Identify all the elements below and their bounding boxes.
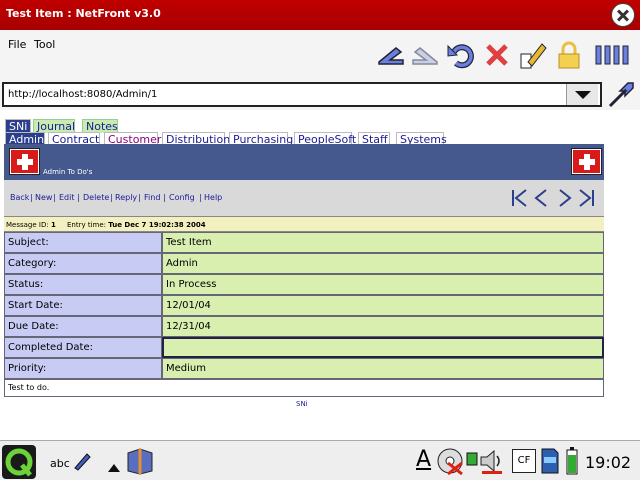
previous-page-icon[interactable] xyxy=(532,188,550,208)
url-bar xyxy=(0,80,640,110)
table-row: Completed Date: xyxy=(4,337,604,358)
start-menu-icon[interactable] xyxy=(2,445,36,479)
link-new[interactable]: New xyxy=(35,193,52,202)
back-icon[interactable] xyxy=(376,40,406,70)
link-delete[interactable]: Delete xyxy=(83,193,109,202)
field-value: In Process xyxy=(162,274,604,295)
entry-time-label: Entry time: xyxy=(66,221,106,229)
field-label: Due Date: xyxy=(4,316,162,337)
menu-bar: File Tool xyxy=(0,30,640,80)
field-label: Category: xyxy=(4,253,162,274)
tab-sni[interactable]: SNi xyxy=(5,119,31,133)
taskbar: abc A CF 19:02 xyxy=(0,440,640,480)
link-separator: | xyxy=(77,193,80,202)
link-separator: | xyxy=(138,193,141,202)
table-row: Subject: Test Item xyxy=(4,232,604,253)
message-info: Message ID: 1 Entry time: Tue Dec 7 19:0… xyxy=(4,216,604,232)
first-page-icon[interactable] xyxy=(510,188,528,208)
link-find[interactable]: Find xyxy=(144,193,160,202)
table-row: Status: In Process xyxy=(4,274,604,295)
clock[interactable]: 19:02 xyxy=(585,453,631,472)
forward-icon[interactable] xyxy=(410,40,440,70)
go-arrow-icon[interactable] xyxy=(606,80,636,110)
link-separator: | xyxy=(163,193,166,202)
edit-icon[interactable] xyxy=(518,40,548,70)
field-value xyxy=(162,337,604,358)
font-glyph[interactable]: A xyxy=(416,447,431,472)
table-row: Start Date: 12/01/04 xyxy=(4,295,604,316)
link-separator: | xyxy=(30,193,33,202)
field-value: Test Item xyxy=(162,232,604,253)
page-content: SNi Journal Notes Admin Contract Custome… xyxy=(0,110,640,440)
title-bar: Test Item : NetFront v3.0 xyxy=(0,0,640,30)
screen: Test Item : NetFront v3.0 File Tool http… xyxy=(0,0,640,480)
link-separator: | xyxy=(110,193,113,202)
cf-card-icon[interactable]: CF xyxy=(512,449,536,473)
battery-icon xyxy=(566,447,578,475)
field-label: Start Date: xyxy=(4,295,162,316)
pencil-icon[interactable] xyxy=(72,451,92,471)
link-separator: | xyxy=(199,193,202,202)
last-page-icon[interactable] xyxy=(578,188,596,208)
window-title: Test Item : NetFront v3.0 xyxy=(6,7,161,20)
link-back[interactable]: Back xyxy=(10,193,29,202)
field-value: Medium xyxy=(162,358,604,379)
field-value: 12/01/04 xyxy=(162,295,604,316)
add-icon[interactable] xyxy=(572,149,601,174)
action-link-bar: Back | New | Edit | Delete | Reply | Fin… xyxy=(4,180,604,216)
close-icon[interactable] xyxy=(611,3,635,27)
cd-icon[interactable] xyxy=(436,447,464,476)
table-row: Category: Admin xyxy=(4,253,604,274)
sd-card-icon[interactable] xyxy=(540,447,560,475)
bars-icon[interactable] xyxy=(594,40,634,70)
table-row: Due Date: 12/31/04 xyxy=(4,316,604,337)
url-input[interactable] xyxy=(2,82,602,107)
notes-text: Test to do. xyxy=(4,379,604,397)
menu-file[interactable]: File xyxy=(8,38,26,51)
table-row: Priority: Medium xyxy=(4,358,604,379)
field-label: Completed Date: xyxy=(4,337,162,358)
link-edit[interactable]: Edit xyxy=(59,193,75,202)
network-icon[interactable] xyxy=(466,451,478,467)
caret-up-icon[interactable] xyxy=(108,457,120,472)
link-config[interactable]: Config xyxy=(169,193,195,202)
browser-app-icon[interactable] xyxy=(126,447,154,475)
reload-icon[interactable] xyxy=(446,40,476,70)
link-reply[interactable]: Reply xyxy=(115,193,137,202)
field-label: Status: xyxy=(4,274,162,295)
link-separator: | xyxy=(53,193,56,202)
next-page-icon[interactable] xyxy=(556,188,574,208)
field-value: Admin xyxy=(162,253,604,274)
footer-link[interactable]: SNi xyxy=(296,400,308,408)
input-method-label[interactable]: abc xyxy=(50,457,70,470)
banner: Admin To Do's xyxy=(4,144,604,180)
message-id-value: 1 xyxy=(50,221,56,229)
field-label: Subject: xyxy=(4,232,162,253)
chevron-down-icon[interactable] xyxy=(566,84,598,105)
volume-icon[interactable] xyxy=(478,447,506,475)
menu-tool[interactable]: Tool xyxy=(34,38,55,51)
tab-journal[interactable]: Journal xyxy=(33,119,75,133)
field-value: 12/31/04 xyxy=(162,316,604,337)
lock-icon[interactable] xyxy=(554,40,584,70)
entry-time-value: Tue Dec 7 19:02:38 2004 xyxy=(108,221,206,229)
link-help[interactable]: Help xyxy=(204,193,222,202)
banner-label: Admin To Do's xyxy=(43,168,93,176)
tab-notes[interactable]: Notes xyxy=(82,119,118,133)
field-label: Priority: xyxy=(4,358,162,379)
add-icon[interactable] xyxy=(10,149,39,174)
message-id-label: Message ID: xyxy=(6,221,49,229)
stop-icon[interactable] xyxy=(482,40,512,70)
